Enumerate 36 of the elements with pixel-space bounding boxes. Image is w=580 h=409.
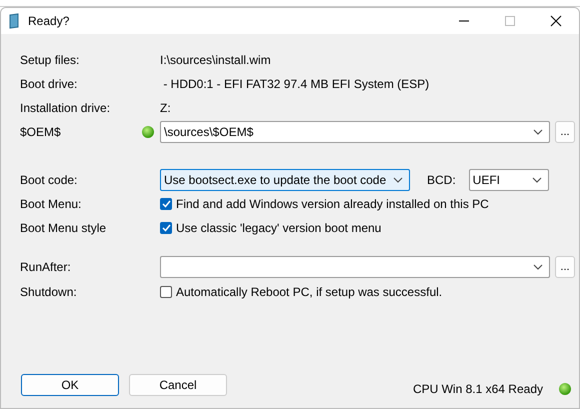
browse-button[interactable]: ... [555,121,575,143]
window-title: Ready? [28,14,70,28]
field-label: Boot Menu: [20,197,82,211]
checkbox-box[interactable] [160,222,172,234]
browse-button[interactable]: ... [555,256,575,278]
checkbox-box[interactable] [160,286,172,298]
field-label: Installation drive: [20,101,112,115]
field-label: Boot Menu style [20,221,108,235]
field-value: - HDD0:1 - EFI FAT32 97.4 MB EFI System (ESP) [162,77,430,91]
checkbox-box[interactable] [160,198,172,210]
field-label: Shutdown: [20,285,78,299]
cancel-button[interactable]: Cancel [129,374,227,396]
run-after-combo-box[interactable] [160,256,550,278]
bcd-dropdown[interactable]: UEFI [468,169,549,191]
oem-combo-box[interactable]: \sources\$OEM$ [160,121,550,143]
boot-code-dropdown[interactable]: Use bootsect.exe to update the boot code [160,169,410,191]
chevron-down-icon [393,177,403,183]
field-label: BCD: [427,173,456,187]
field-label: $OEM$ [20,125,62,139]
close-icon[interactable] [550,15,562,27]
field-label: Setup files: [20,53,80,67]
field-value: I:\sources\install.wim [160,53,272,67]
status-text: CPU Win 8.1 x64 Ready [412,381,543,396]
field-value: Z: [160,101,172,115]
chevron-down-icon [533,264,543,270]
field-label: RunAfter: [20,260,72,274]
chevron-down-icon [533,129,543,135]
app-icon [9,13,20,29]
minimize-icon[interactable] [459,20,469,22]
field-label: Boot code: [20,173,78,187]
checkbox[interactable]: Use classic 'legacy' version boot menu [160,221,575,235]
chevron-down-icon [532,177,542,183]
ok-button[interactable]: OK [21,374,119,396]
checkbox[interactable]: Find and add Windows version already installed on this PC [160,197,575,211]
checkbox[interactable]: Automatically Reboot PC, if setup was successful. [160,285,575,299]
field-label: Boot drive: [20,77,78,91]
